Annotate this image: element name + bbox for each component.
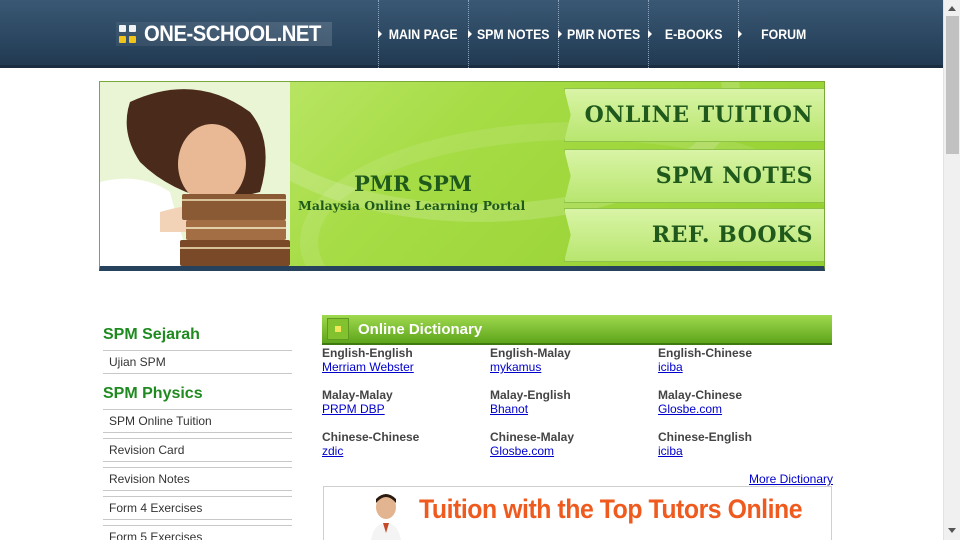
dictionary-category: Chinese-Malay	[490, 430, 575, 444]
banner-tab-ref-books[interactable]: REF. BOOKS	[564, 208, 824, 262]
ad-headline: Tuition with the Top Tutors Online	[419, 494, 803, 524]
dictionary-category: English-Chinese	[658, 346, 753, 360]
dictionary-category: English-English	[322, 346, 413, 360]
nav-e-books[interactable]: E-BOOKS	[648, 0, 738, 68]
dictionary-entry: Malay-Malay PRPM DBP	[322, 388, 482, 416]
dictionary-category: Chinese-English	[658, 430, 753, 444]
banner-tab-label: SPM NOTES	[655, 163, 813, 189]
nav-label: SPM NOTES	[477, 26, 550, 42]
dictionary-category: English-Malay	[490, 346, 571, 360]
dictionary-link[interactable]: mykamus	[490, 360, 541, 374]
page: ONE-SCHOOL.NET MAIN PAGE SPM NOTES PMR N…	[0, 0, 943, 540]
dictionary-entry: Malay-Chinese Glosbe.com	[658, 388, 818, 416]
sidebar-heading-spm-physics: SPM Physics	[103, 385, 203, 402]
dictionary-link[interactable]: iciba	[658, 360, 683, 374]
logo-text: ONE-SCHOOL.NET	[144, 21, 321, 46]
dictionary-category: Malay-Chinese	[658, 388, 743, 402]
nav-pmr-notes[interactable]: PMR NOTES	[558, 0, 648, 68]
dictionary-link[interactable]: PRPM DBP	[322, 402, 385, 416]
dictionary-entry: Malay-English Bhanot	[490, 388, 650, 416]
dictionary-category: Malay-Malay	[322, 388, 393, 402]
sidebar-item-form-4-exercises[interactable]: Form 4 Exercises	[103, 496, 292, 520]
site-logo[interactable]: ONE-SCHOOL.NET	[116, 21, 332, 46]
nav-arrow-icon	[378, 30, 382, 38]
dictionary-entry: English-Malay mykamus	[490, 346, 650, 374]
nav-label: FORUM	[760, 26, 807, 42]
scroll-down-icon[interactable]	[948, 528, 956, 533]
scroll-up-icon[interactable]	[948, 6, 956, 11]
main-nav: MAIN PAGE SPM NOTES PMR NOTES E-BOOKS FO…	[378, 0, 828, 68]
tutor-photo	[370, 494, 402, 540]
dictionary-link[interactable]: Bhanot	[490, 402, 528, 416]
sidebar-item-revision-notes[interactable]: Revision Notes	[103, 467, 292, 491]
hero-banner: PMR SPM Malaysia Online Learning Portal …	[99, 81, 825, 271]
dictionary-link[interactable]: Glosbe.com	[490, 444, 554, 458]
dictionary-category: Malay-English	[490, 388, 571, 402]
nav-label: MAIN PAGE	[389, 26, 458, 42]
dictionary-entry: English-English Merriam Webster	[322, 346, 482, 374]
banner-title: PMR SPM	[354, 171, 473, 196]
banner-subtitle: Malaysia Online Learning Portal	[298, 198, 526, 213]
banner-tab-label: ONLINE TUITION	[584, 102, 813, 128]
page-scrollbar[interactable]	[943, 0, 960, 540]
nav-label: PMR NOTES	[566, 26, 641, 42]
nav-arrow-icon	[648, 30, 652, 38]
site-header: ONE-SCHOOL.NET MAIN PAGE SPM NOTES PMR N…	[0, 0, 943, 68]
nav-arrow-icon	[468, 30, 472, 38]
dictionary-bullet-icon	[327, 318, 349, 340]
more-dictionary-link[interactable]: More Dictionary	[749, 472, 833, 486]
nav-label: E-BOOKS	[664, 26, 723, 42]
dictionary-link[interactable]: iciba	[658, 444, 683, 458]
banner-tab-spm-notes[interactable]: SPM NOTES	[564, 149, 824, 203]
tuition-ad-banner[interactable]: Tuition with the Top Tutors Online	[323, 486, 832, 540]
dictionary-header: Online Dictionary	[322, 315, 832, 345]
sidebar-item-ujian-spm[interactable]: Ujian SPM	[103, 350, 292, 374]
sidebar-item-form-5-exercises[interactable]: Form 5 Exercises	[103, 525, 292, 540]
nav-spm-notes[interactable]: SPM NOTES	[468, 0, 558, 68]
dictionary-title: Online Dictionary	[358, 320, 483, 338]
dictionary-entry: English-Chinese iciba	[658, 346, 818, 374]
logo-grid-icon	[119, 25, 136, 43]
sidebar-item-spm-online-tuition[interactable]: SPM Online Tuition	[103, 409, 292, 433]
dictionary-entry: Chinese-Chinese zdic	[322, 430, 482, 458]
dictionary-link[interactable]: Merriam Webster	[322, 360, 414, 374]
dictionary-link[interactable]: Glosbe.com	[658, 402, 722, 416]
nav-arrow-icon	[738, 30, 742, 38]
scroll-thumb[interactable]	[946, 16, 959, 154]
dictionary-link[interactable]: zdic	[322, 444, 343, 458]
nav-main-page[interactable]: MAIN PAGE	[378, 0, 468, 68]
banner-tab-label: REF. BOOKS	[651, 222, 813, 248]
sidebar-heading-spm-sejarah: SPM Sejarah	[103, 326, 200, 343]
banner-tab-online-tuition[interactable]: ONLINE TUITION	[564, 88, 824, 142]
sidebar-item-revision-card[interactable]: Revision Card	[103, 438, 292, 462]
dictionary-entry: Chinese-English iciba	[658, 430, 818, 458]
student-photo	[100, 82, 290, 266]
dictionary-entry: Chinese-Malay Glosbe.com	[490, 430, 650, 458]
nav-forum[interactable]: FORUM	[738, 0, 828, 68]
dictionary-category: Chinese-Chinese	[322, 430, 420, 444]
nav-arrow-icon	[558, 30, 562, 38]
